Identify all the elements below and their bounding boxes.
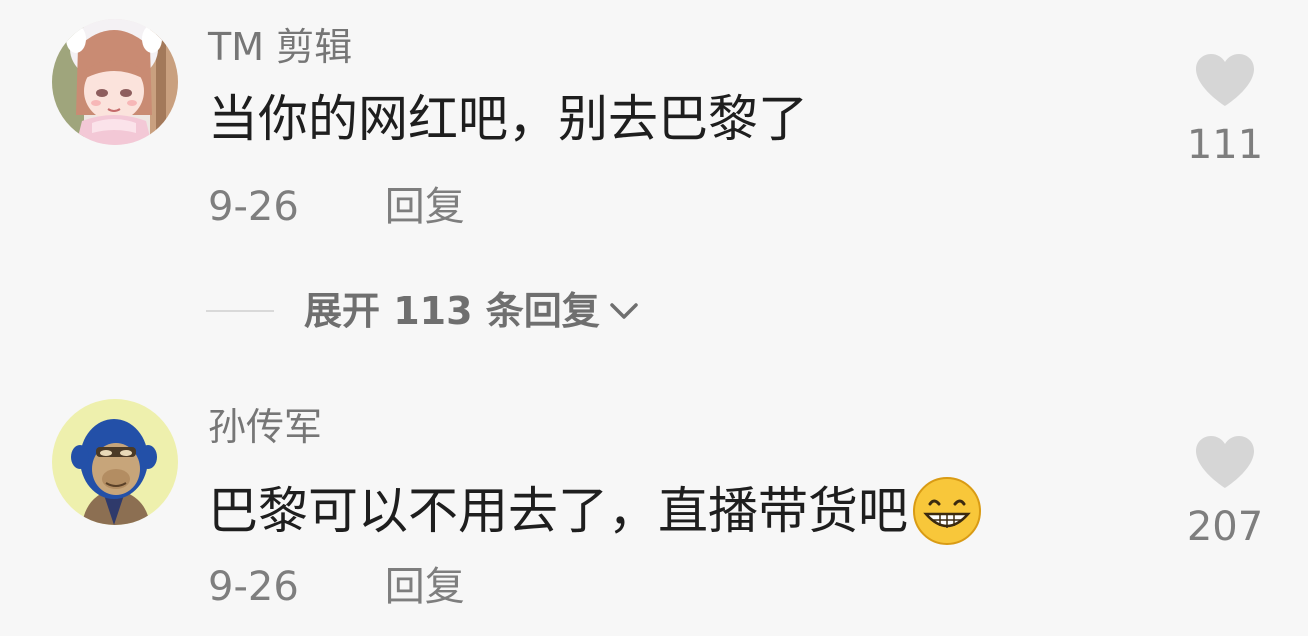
comment-item: 孙传军 巴黎可以不用去了，直播带货吧 9-26 回复 207 (0, 380, 1308, 636)
comment-text-content: 当你的网红吧，别去巴黎了 (208, 90, 808, 148)
anime-girl-avatar-icon (52, 19, 178, 145)
like-count: 111 (1186, 122, 1264, 168)
expand-replies-button[interactable]: 展开 113 条回复 (206, 285, 642, 337)
divider (206, 310, 274, 312)
username[interactable]: TM 剪辑 (208, 24, 352, 70)
heart-icon (1196, 54, 1254, 106)
comment-text: 当你的网红吧，别去巴黎了 (208, 88, 808, 150)
like-button[interactable]: 111 (1185, 52, 1265, 168)
reply-button[interactable]: 回复 (385, 563, 465, 611)
like-count: 207 (1186, 504, 1264, 550)
comment-text: 巴黎可以不用去了，直播带货吧 (208, 476, 982, 546)
comment-date: 9-26 (208, 564, 299, 610)
expand-replies-label: 展开 113 条回复 (304, 289, 600, 333)
comment-text-content: 巴黎可以不用去了，直播带货吧 (208, 482, 908, 540)
ape-avatar-icon (52, 399, 178, 525)
heart-icon (1196, 436, 1254, 488)
comment-item: TM 剪辑 当你的网红吧，别去巴黎了 9-26 回复 111 (0, 0, 1308, 245)
avatar[interactable] (52, 19, 178, 145)
chevron-down-icon (610, 303, 638, 319)
avatar[interactable] (52, 399, 178, 525)
like-button[interactable]: 207 (1185, 434, 1265, 550)
grinning-face-emoji-icon (912, 476, 982, 546)
username[interactable]: 孙传军 (208, 404, 322, 450)
comment-meta: 9-26 回复 (208, 183, 465, 231)
reply-button[interactable]: 回复 (385, 183, 465, 231)
comment-meta: 9-26 回复 (208, 563, 465, 611)
comment-date: 9-26 (208, 184, 299, 230)
